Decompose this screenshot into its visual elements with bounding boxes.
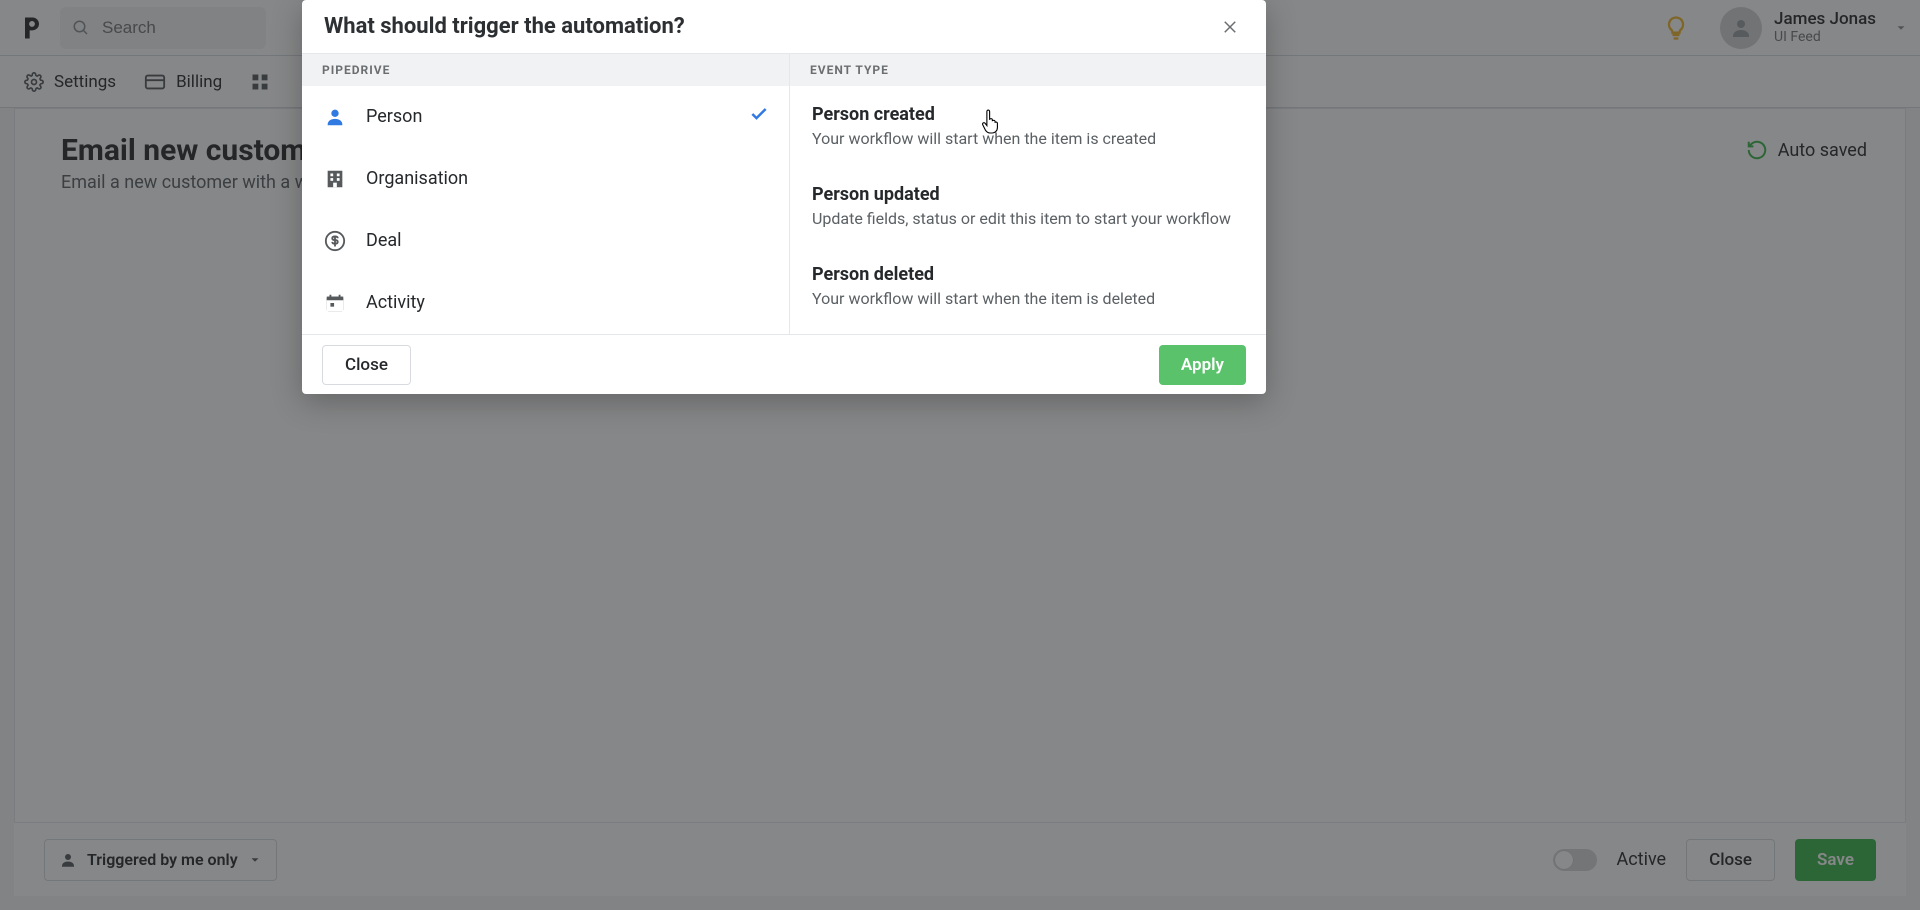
event-person-deleted[interactable]: Person deleted Your workflow will start … (790, 246, 1266, 326)
object-activity[interactable]: Activity (302, 272, 789, 334)
object-organisation[interactable]: Organisation (302, 148, 789, 210)
calendar-icon (322, 292, 348, 314)
close-icon (1221, 18, 1239, 36)
modal-apply-btn[interactable]: Apply (1159, 345, 1246, 385)
person-icon (322, 106, 348, 128)
event-title: Person updated (812, 184, 1244, 205)
object-pane-caption: PIPEDRIVE (302, 54, 789, 86)
trigger-modal: What should trigger the automation? PIPE… (302, 0, 1266, 394)
modal-footer: Close Apply (302, 334, 1266, 394)
object-deal[interactable]: Deal (302, 210, 789, 272)
object-type-pane: PIPEDRIVE Person Organisation (302, 54, 790, 334)
event-type-pane: EVENT TYPE Person created Your workflow … (790, 54, 1266, 334)
event-desc: Your workflow will start when the item i… (812, 289, 1244, 308)
event-person-updated[interactable]: Person updated Update fields, status or … (790, 166, 1266, 246)
modal-close-btn[interactable]: Close (322, 345, 411, 385)
check-icon (749, 104, 769, 129)
event-title: Person created (812, 104, 1244, 125)
event-person-created[interactable]: Person created Your workflow will start … (790, 86, 1266, 166)
building-icon (322, 168, 348, 190)
object-activity-label: Activity (366, 292, 425, 313)
object-organisation-label: Organisation (366, 168, 468, 189)
modal-title: What should trigger the automation? (324, 14, 685, 39)
event-pane-caption: EVENT TYPE (790, 54, 1266, 86)
object-person-label: Person (366, 106, 422, 127)
event-desc: Update fields, status or edit this item … (812, 209, 1244, 228)
modal-overlay[interactable]: What should trigger the automation? PIPE… (0, 0, 1920, 910)
modal-close-button[interactable] (1216, 13, 1244, 41)
object-person[interactable]: Person (302, 86, 789, 148)
event-desc: Your workflow will start when the item i… (812, 129, 1244, 148)
event-title: Person deleted (812, 264, 1244, 285)
dollar-icon (322, 230, 348, 252)
modal-header: What should trigger the automation? (302, 0, 1266, 54)
object-deal-label: Deal (366, 230, 402, 251)
